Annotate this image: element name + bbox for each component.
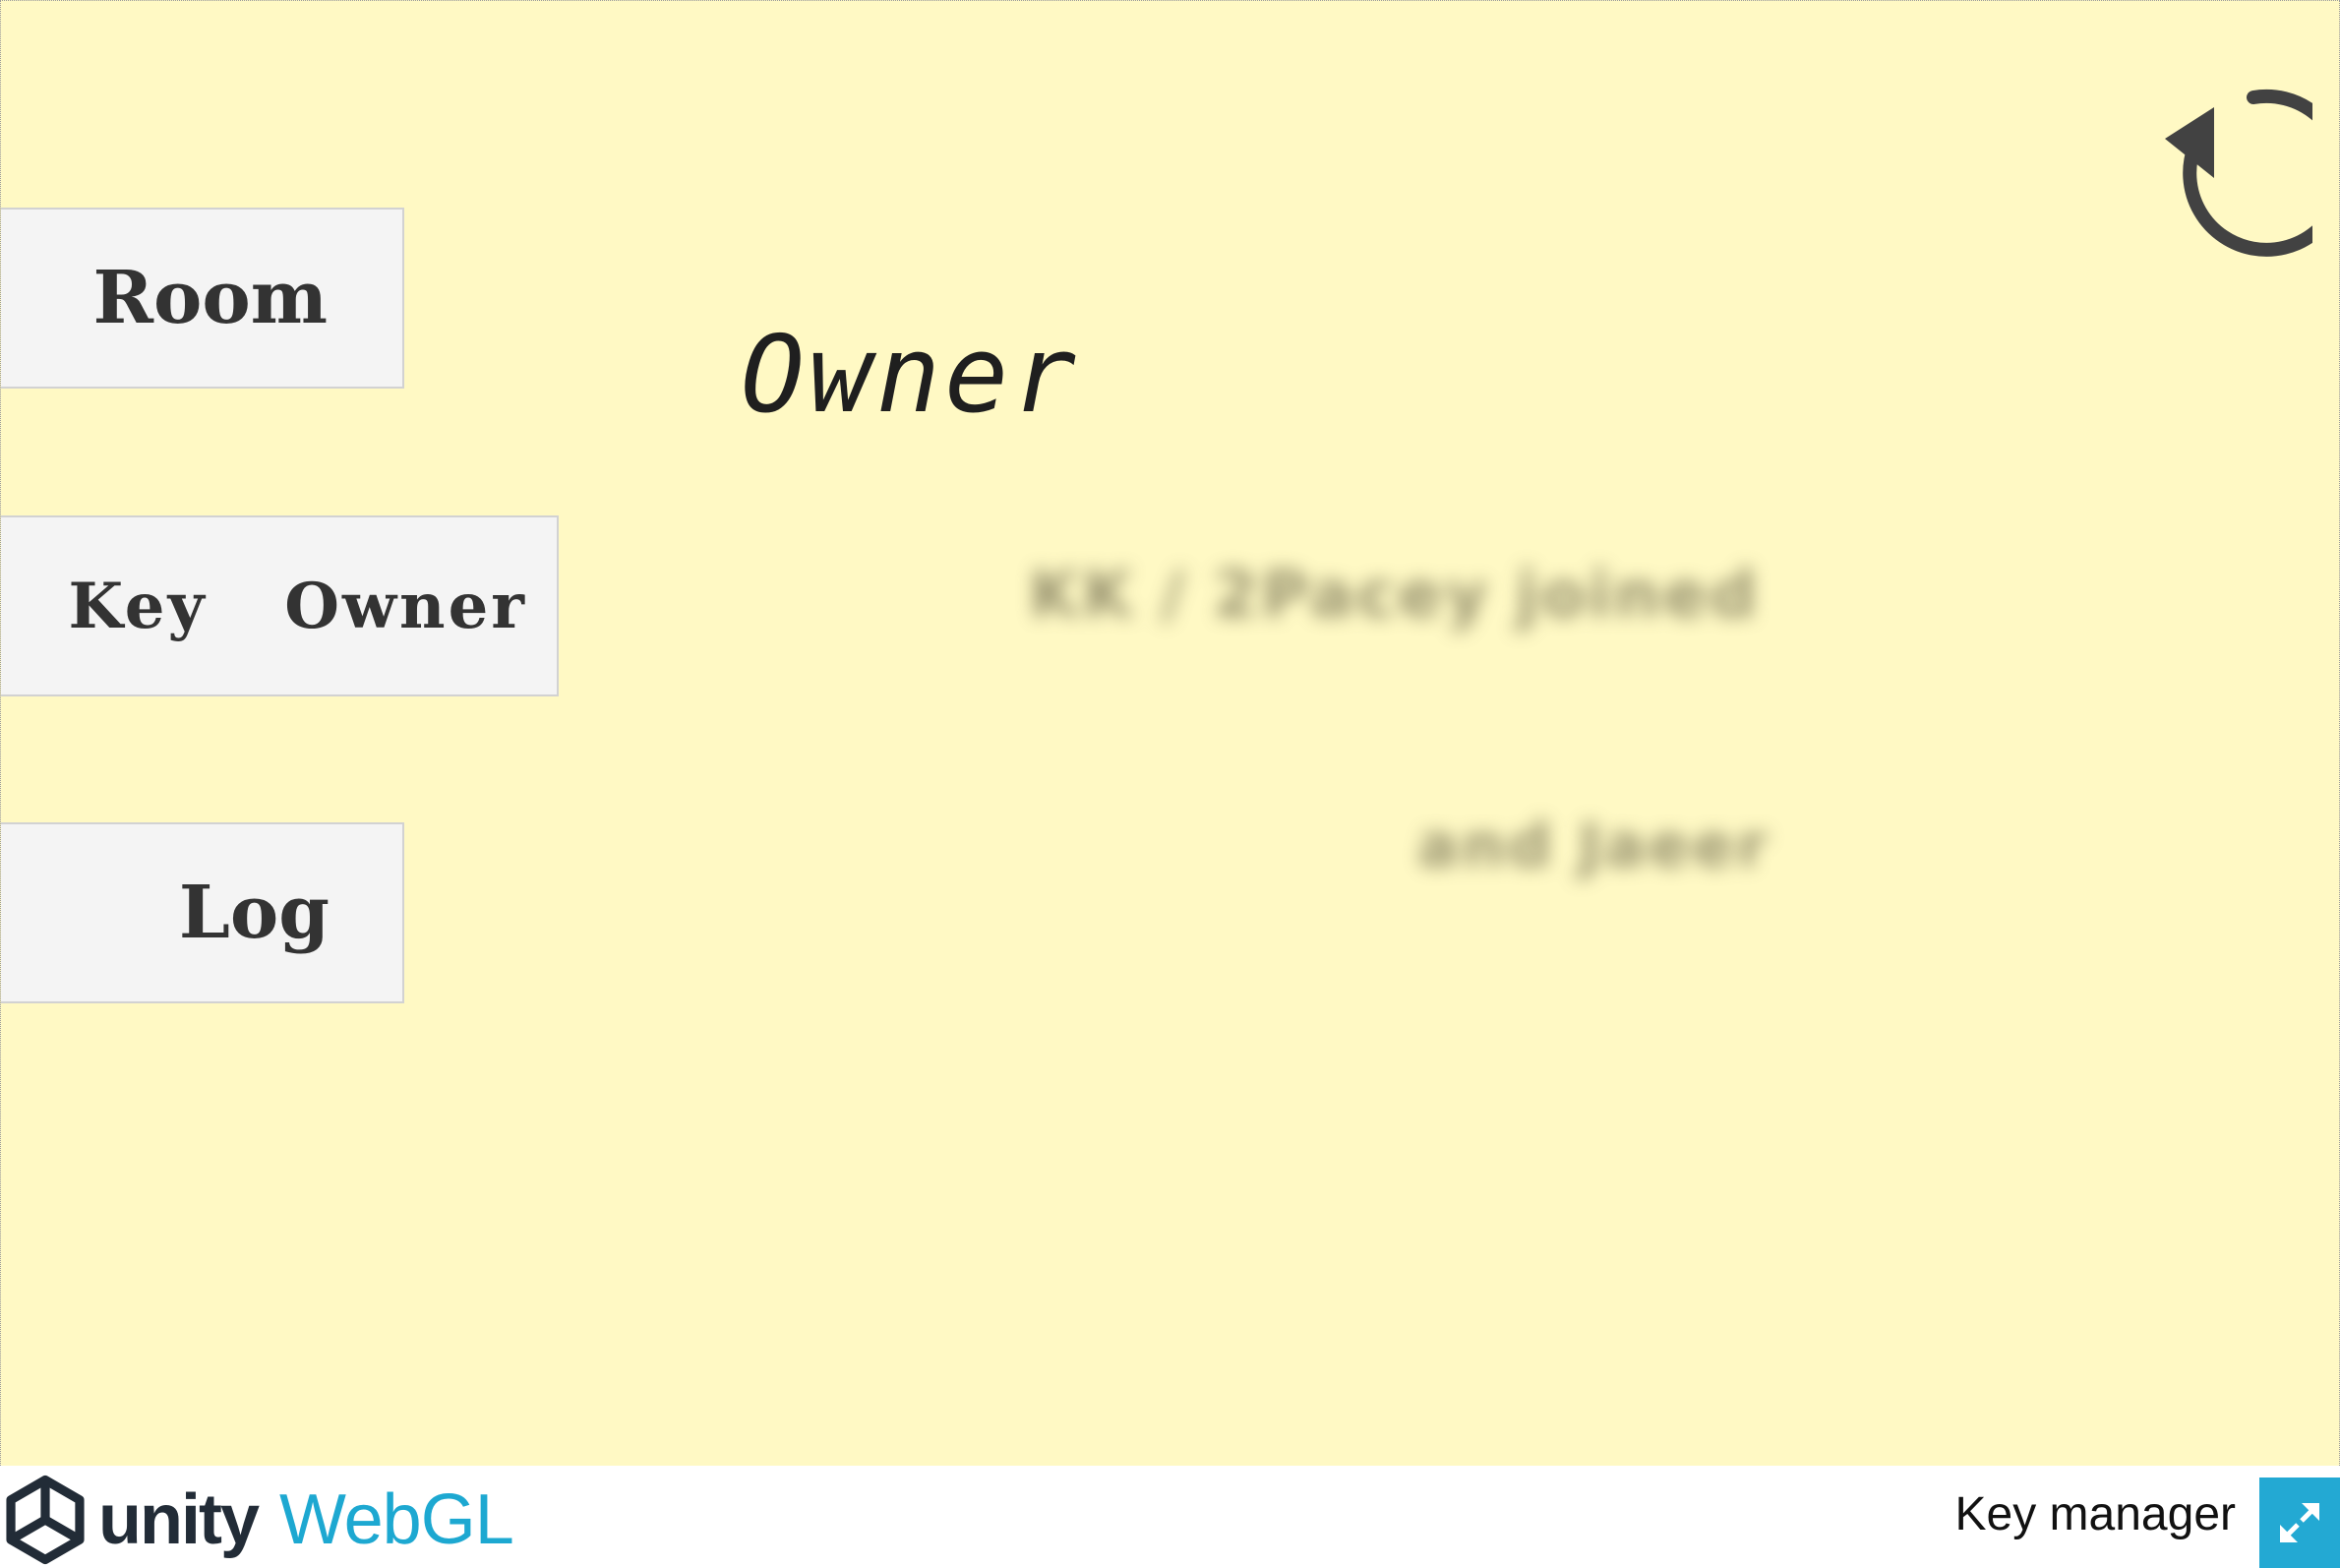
webgl-brand-text: WebGL <box>278 1480 514 1559</box>
room-button-label: Room <box>92 256 328 340</box>
unity-brand-text: unity <box>98 1480 260 1559</box>
unity-logo-icon <box>6 1475 85 1565</box>
app-title: Key manager <box>1954 1488 2237 1540</box>
app-canvas: Room Key Owner Log Owner KK / 2Pacey joi… <box>0 0 2340 1466</box>
owner-info-line-1: KK / 2Pacey joined <box>1029 557 1760 633</box>
key-owner-button-label: Key Owner <box>68 569 527 643</box>
refresh-button[interactable] <box>2116 80 2339 276</box>
log-button-label: Log <box>178 871 330 955</box>
room-button[interactable]: Room <box>1 208 404 389</box>
fullscreen-button[interactable] <box>2259 1478 2340 1568</box>
unity-webgl-logo: unity WebGL <box>0 1475 514 1565</box>
fullscreen-icon <box>2280 1503 2319 1542</box>
webgl-footer: unity WebGL Key manager <box>0 1466 2340 1568</box>
owner-info-line-2: and Jaeer <box>1417 810 1770 881</box>
page-title: Owner <box>741 314 1081 437</box>
log-button[interactable]: Log <box>1 822 404 1003</box>
refresh-icon <box>2165 89 2339 257</box>
key-owner-button[interactable]: Key Owner <box>1 515 559 696</box>
